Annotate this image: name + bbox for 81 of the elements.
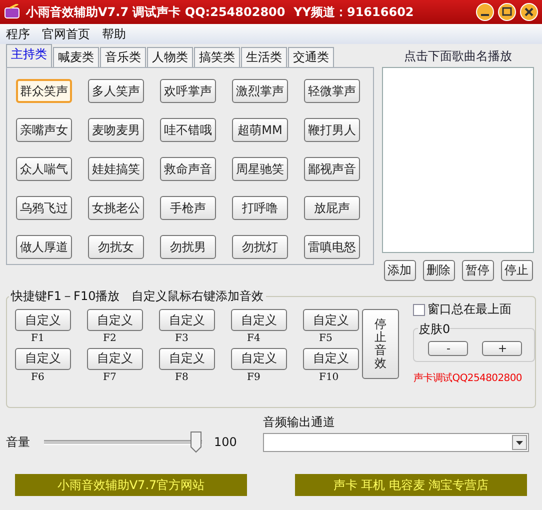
stop-effects-button[interactable]: 停止音效 (362, 309, 400, 379)
menu-item[interactable]: 官网首页 (42, 26, 90, 42)
volume-slider[interactable] (44, 431, 202, 453)
hotkey-label: F10 (319, 370, 339, 384)
sound-button[interactable]: 雷嗔电怒 (304, 235, 360, 259)
category-tab[interactable]: 音乐类 (100, 47, 146, 67)
custom-sound-button[interactable]: 自定义 (87, 309, 143, 331)
hotkey-label: F9 (247, 370, 260, 384)
group-title: 快捷键F1－F10播放 自定义鼠标右键添加音效 (9, 288, 266, 304)
sound-button[interactable]: 群众笑声 (16, 79, 72, 103)
slider-thumb[interactable] (190, 431, 202, 453)
sound-button[interactable]: 放屁声 (304, 196, 360, 220)
volume-reading: 100 (214, 435, 237, 449)
hotkey-label: F8 (175, 370, 188, 384)
sound-button[interactable]: 轻微掌声 (304, 79, 360, 103)
skin-button[interactable]: - (428, 341, 468, 356)
custom-sound-button[interactable]: 自定义 (231, 348, 287, 370)
hotkey-label: F7 (103, 370, 116, 384)
sound-button[interactable]: 众人喘气 (16, 157, 72, 181)
playlist-button[interactable]: 添加 (384, 260, 416, 281)
hotkey-label: F3 (175, 332, 188, 346)
skin-button[interactable]: + (482, 341, 522, 356)
sound-button[interactable]: 哇不错哦 (160, 118, 216, 142)
playlist-button[interactable]: 删除 (422, 260, 454, 281)
sound-button[interactable]: 多人笑声 (88, 79, 144, 103)
minimize-icon[interactable] (476, 3, 494, 21)
sound-button[interactable]: 手枪声 (160, 196, 216, 220)
category-tab[interactable]: 主持类 (6, 44, 52, 67)
volume-label: 音量 (6, 434, 31, 450)
website-link[interactable]: 声卡 耳机 电容麦 淘宝专营店 (295, 474, 527, 496)
category-tab[interactable]: 人物类 (147, 47, 193, 67)
sound-button[interactable]: 娃娃搞笑 (88, 157, 144, 181)
website-link[interactable]: 小雨音效辅助V7.7官方网站 (15, 474, 247, 496)
custom-sound-button[interactable]: 自定义 (159, 309, 215, 331)
checkbox-label: 窗口总在最上面 (427, 301, 512, 318)
sound-button[interactable]: 周星驰笑 (232, 157, 288, 181)
sound-button[interactable]: 鄙视声音 (304, 157, 360, 181)
sound-button[interactable]: 做人厚道 (16, 235, 72, 259)
sound-button[interactable]: 乌鸦飞过 (16, 196, 72, 220)
song-list[interactable] (382, 67, 534, 253)
hotkey-label: F2 (103, 332, 116, 346)
menu-item[interactable]: 帮助 (102, 26, 126, 42)
hotkey-label: F4 (247, 332, 260, 346)
sound-button[interactable]: 欢呼掌声 (160, 79, 216, 103)
playlist-button[interactable]: 停止 (500, 260, 532, 281)
category-tab[interactable]: 生活类 (241, 47, 287, 67)
custom-sound-button[interactable]: 自定义 (303, 309, 359, 331)
sound-button[interactable]: 激烈掌声 (232, 79, 288, 103)
hotkey-label: F5 (319, 332, 332, 346)
app-icon (4, 4, 22, 20)
sound-button[interactable]: 勿扰男 (160, 235, 216, 259)
custom-sound-button[interactable]: 自定义 (87, 348, 143, 370)
hotkey-label: F1 (31, 332, 44, 346)
skin-label: 皮肤0 (418, 321, 450, 338)
menu-item[interactable]: 程序 (6, 26, 30, 42)
category-tab[interactable]: 搞笑类 (194, 47, 240, 67)
sound-button[interactable]: 鞭打男人 (304, 118, 360, 142)
custom-sound-button[interactable]: 自定义 (303, 348, 359, 370)
sound-button[interactable]: 女挑老公 (88, 196, 144, 220)
sound-button[interactable]: 亲嘴声女 (16, 118, 72, 142)
sound-button[interactable]: 超萌MM (232, 118, 288, 142)
custom-sound-button[interactable]: 自定义 (15, 348, 71, 370)
sound-button[interactable]: 勿扰灯 (232, 235, 288, 259)
playlist-label: 点击下面歌曲名播放 (404, 49, 512, 63)
custom-sound-button[interactable]: 自定义 (231, 309, 287, 331)
playlist-button[interactable]: 暂停 (462, 260, 494, 281)
sound-button[interactable]: 勿扰女 (88, 235, 144, 259)
sound-button[interactable]: 打呼噜 (232, 196, 288, 220)
checkbox[interactable] (413, 304, 426, 316)
maximize-icon[interactable] (498, 3, 516, 21)
window-title: 小雨音效辅助V7.7 调试声卡 QQ:254802800 YY频道：91616602 (26, 4, 415, 20)
category-tab[interactable]: 交通类 (288, 47, 334, 67)
hotkey-label: F6 (31, 370, 44, 384)
close-icon[interactable] (520, 3, 538, 21)
custom-sound-button[interactable]: 自定义 (15, 309, 71, 331)
output-channel-label: 音频输出通道 (263, 414, 336, 431)
sound-button[interactable]: 麦吻麦男 (88, 118, 144, 142)
category-tab[interactable]: 喊麦类 (53, 47, 99, 67)
promo-text: 声卡调试QQ254802800 (413, 372, 523, 385)
custom-sound-button[interactable]: 自定义 (159, 348, 215, 370)
sound-button[interactable]: 救命声音 (160, 157, 216, 181)
